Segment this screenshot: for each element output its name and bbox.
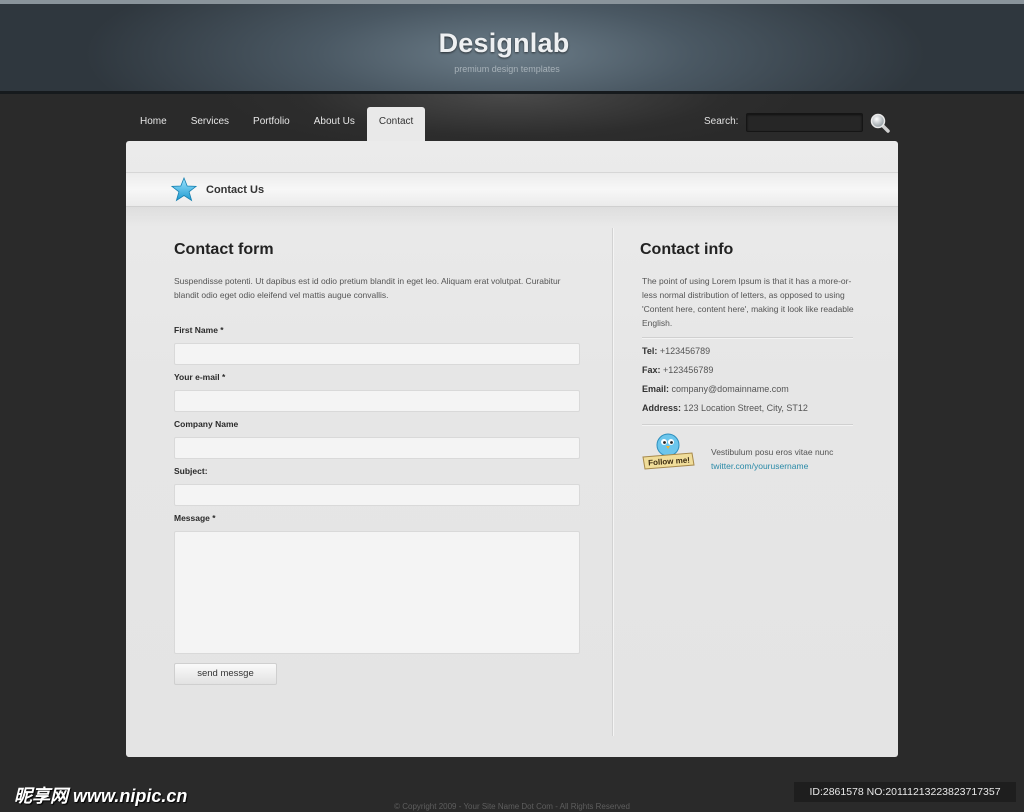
contact-form-intro: Suspendisse potenti. Ut dapibus est id o… [174, 276, 561, 300]
email-label: Your e-mail * [174, 372, 226, 382]
nav-item-contact[interactable]: Contact [366, 107, 426, 143]
email-value: company@domainname.com [671, 384, 789, 394]
info-divider-bottom [642, 424, 853, 425]
address-value: 123 Location Street, City, ST12 [683, 403, 808, 413]
address-line: Address: 123 Location Street, City, ST12 [642, 403, 808, 413]
company-name-field[interactable] [174, 437, 580, 459]
site-header: Designlab premium design templates [0, 0, 1024, 94]
twitter-link[interactable]: twitter.com/yourusername [711, 459, 833, 473]
search-input[interactable] [746, 113, 863, 132]
fax-line: Fax: +123456789 [642, 365, 713, 375]
nav-item-services[interactable]: Services [179, 107, 241, 141]
subject-field[interactable] [174, 484, 580, 506]
section-title: Contact Us [206, 184, 265, 196]
column-divider [612, 228, 613, 736]
section-titlebar: Contact Us [126, 172, 898, 207]
nav-item-portfolio[interactable]: Portfolio [241, 107, 302, 141]
twitter-text: Vestibulum posu eros vitae nunc [711, 447, 834, 457]
tel-value: +123456789 [659, 346, 711, 356]
site-logo[interactable]: Designlab [0, 28, 1008, 59]
email-field[interactable] [174, 390, 580, 412]
info-divider-top [642, 337, 853, 338]
tel-line: Tel: +123456789 [642, 346, 710, 356]
address-label: Address: [642, 403, 682, 413]
titlebar-shadow [126, 207, 898, 227]
watermark-left: 昵享网 www.nipic.cn [14, 786, 188, 806]
company-name-label: Company Name [174, 419, 239, 429]
message-textarea[interactable] [174, 531, 580, 654]
email-line: Email: company@domainname.com [642, 384, 789, 394]
search-icon[interactable] [869, 112, 891, 134]
nav-item-about-us[interactable]: About Us [302, 107, 367, 141]
twitter-bird-icon[interactable]: Follow me! [640, 431, 696, 475]
subject-label: Subject: [174, 466, 208, 476]
main-nav: Home Services Portfolio About Us Contact [128, 107, 426, 143]
first-name-field[interactable] [174, 343, 580, 365]
first-name-label: First Name * [174, 325, 224, 335]
contact-form-heading: Contact form [174, 241, 274, 258]
tel-label: Tel: [642, 346, 658, 356]
fax-value: +123456789 [663, 365, 714, 375]
nav-item-home[interactable]: Home [128, 107, 179, 141]
fax-label: Fax: [642, 365, 661, 375]
contact-info-intro: The point of using Lorem Ipsum is that i… [642, 276, 854, 328]
star-icon [171, 177, 197, 202]
send-message-button[interactable]: send messge [174, 663, 277, 685]
contact-info-heading: Contact info [640, 241, 734, 258]
watermark-right: ID:2861578 NO:20111213223823717357 [794, 782, 1016, 802]
search-label: Search: [704, 116, 739, 127]
site-tagline: premium design templates [454, 64, 560, 74]
twitter-blurb: Vestibulum posu eros vitae nunc twitter.… [711, 445, 833, 473]
content-panel: Contact Us Contact form Suspendisse pote… [126, 141, 898, 757]
message-label: Message * [174, 513, 216, 523]
email-info-label: Email: [642, 384, 670, 394]
